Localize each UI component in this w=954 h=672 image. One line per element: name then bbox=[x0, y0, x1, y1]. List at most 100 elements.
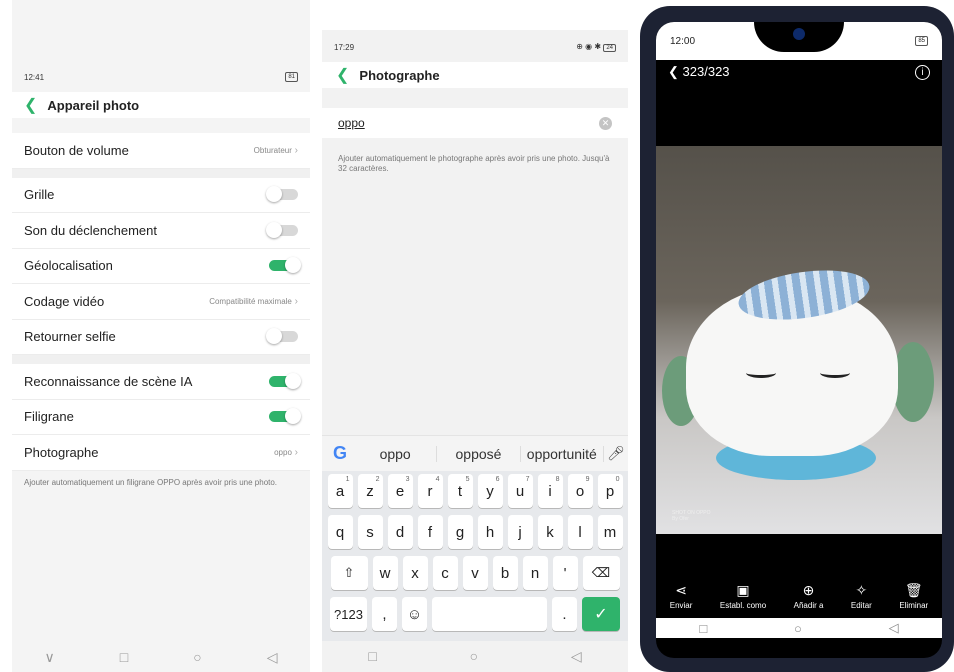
grid-toggle[interactable] bbox=[266, 186, 298, 203]
key-hint: 5 bbox=[465, 476, 470, 483]
shift-icon[interactable]: ⇧ bbox=[330, 556, 368, 590]
nav-home-icon[interactable]: ○ bbox=[470, 648, 478, 664]
camera-settings-screen: 12:41 81 ❮ Appareil photo Bouton de volu… bbox=[12, 0, 310, 672]
google-icon[interactable]: G bbox=[326, 443, 354, 464]
key-hint: 0 bbox=[615, 476, 620, 483]
symbols-key[interactable]: ?123 bbox=[330, 597, 367, 631]
setting-value: Compatibilité maximale bbox=[209, 296, 298, 307]
nav-recents-icon[interactable]: □ bbox=[120, 649, 128, 665]
header-left: ❮ 323/323 bbox=[668, 64, 730, 80]
status-time: 12:41 bbox=[24, 72, 45, 82]
setting-grid: Grille bbox=[12, 177, 310, 213]
setting-label: Filigrane bbox=[24, 409, 74, 425]
nav-hide-icon[interactable]: ∨ bbox=[45, 649, 55, 666]
key[interactable]: h bbox=[477, 515, 503, 549]
key[interactable]: k bbox=[537, 515, 563, 549]
key[interactable]: f bbox=[417, 515, 443, 549]
key[interactable]: s bbox=[357, 515, 383, 549]
nav-recents-icon[interactable]: □ bbox=[699, 621, 707, 636]
tool-label: Establ. como bbox=[719, 601, 767, 610]
key[interactable]: y6 bbox=[477, 474, 503, 508]
key-char: u bbox=[515, 482, 525, 500]
key[interactable]: b bbox=[492, 556, 518, 590]
key[interactable]: j bbox=[507, 515, 533, 549]
key-char: e bbox=[395, 482, 405, 500]
key[interactable]: z2 bbox=[357, 474, 383, 508]
nav-recents-icon[interactable]: □ bbox=[368, 648, 376, 664]
setting-video-encoding[interactable]: Codage vidéo Compatibilité maximale bbox=[12, 284, 310, 320]
keyboard: a1 z2 e3 r4 t5 y6 u7 i8 o9 p0 q s d f g … bbox=[322, 471, 628, 641]
key[interactable]: i8 bbox=[537, 474, 563, 508]
space-key[interactable] bbox=[432, 597, 547, 631]
key[interactable]: t5 bbox=[447, 474, 473, 508]
key[interactable]: x bbox=[402, 556, 428, 590]
key[interactable]: o9 bbox=[567, 474, 593, 508]
setting-label: Codage vidéo bbox=[24, 293, 105, 309]
back-arrow-icon[interactable]: ❮ bbox=[24, 95, 37, 115]
setting-value: oppo bbox=[274, 447, 298, 458]
nav-back-icon[interactable]: ◁ bbox=[571, 648, 582, 665]
key[interactable]: m bbox=[597, 515, 623, 549]
photo-view[interactable]: SHOT ON OPPO By Ofer bbox=[656, 146, 942, 534]
photographer-screen: 17:29 ⊕ ◉ ✱ 24 ❮ Photographe ✕ Ajouter a… bbox=[322, 30, 628, 672]
key-char: r bbox=[427, 482, 433, 500]
shutter-sound-toggle[interactable] bbox=[266, 221, 298, 238]
watermark-toggle[interactable] bbox=[269, 408, 301, 425]
back-arrow-icon[interactable]: ❮ bbox=[336, 65, 349, 85]
keyboard-row-4: ?123 , ☺ . ✓ bbox=[325, 597, 625, 631]
key[interactable]: n bbox=[522, 556, 548, 590]
key[interactable]: ' bbox=[552, 556, 578, 590]
keyboard-row-2: q s d f g h j k l m bbox=[325, 515, 625, 549]
microphone-icon[interactable]: 🎤︎ bbox=[604, 445, 628, 462]
key[interactable]: u7 bbox=[507, 474, 533, 508]
setting-volume-button[interactable]: Bouton de volume Obturateur bbox=[12, 133, 310, 169]
clear-icon[interactable]: ✕ bbox=[599, 116, 612, 130]
info-icon[interactable]: i bbox=[915, 64, 930, 80]
nav-back-icon[interactable]: ◁ bbox=[889, 620, 899, 636]
key[interactable]: c bbox=[432, 556, 458, 590]
key-hint: 8 bbox=[555, 476, 560, 483]
nav-home-icon[interactable]: ○ bbox=[193, 649, 201, 665]
ai-scene-toggle[interactable] bbox=[269, 372, 301, 389]
setting-ai-scene: Reconnaissance de scène IA bbox=[12, 364, 310, 400]
setting-mirror-selfie: Retourner selfie bbox=[12, 319, 310, 355]
suggestion-item[interactable]: opposé bbox=[437, 445, 521, 462]
suggestion-item[interactable]: oppo bbox=[354, 445, 438, 462]
key[interactable]: p0 bbox=[597, 474, 623, 508]
photographer-hint: Ajouter automatiquement le photographe a… bbox=[338, 154, 610, 173]
geolocation-toggle[interactable] bbox=[269, 257, 301, 274]
key-hint: 6 bbox=[495, 476, 500, 483]
emoji-icon[interactable]: ☺ bbox=[402, 597, 427, 631]
nav-home-icon[interactable]: ○ bbox=[794, 621, 802, 636]
key-hint: 1 bbox=[345, 476, 350, 483]
section-divider bbox=[12, 355, 310, 364]
plush-eye-left bbox=[746, 368, 776, 378]
backspace-icon[interactable]: ⌫ bbox=[582, 556, 620, 590]
magic-wand-icon: ✧ bbox=[855, 582, 868, 598]
key[interactable]: l bbox=[567, 515, 593, 549]
key[interactable]: g bbox=[447, 515, 473, 549]
setting-label: Bouton de volume bbox=[24, 142, 129, 158]
key[interactable]: a1 bbox=[327, 474, 353, 508]
back-arrow-icon[interactable]: ❮ bbox=[668, 64, 679, 79]
key[interactable]: v bbox=[462, 556, 488, 590]
key-char: z bbox=[366, 482, 374, 500]
watermark-hint: Ajouter automatiquement un filigrane OPP… bbox=[24, 478, 278, 487]
comma-key[interactable]: , bbox=[372, 597, 397, 631]
gallery-header: ❮ 323/323 i bbox=[656, 60, 942, 84]
gallery-screen: 12:00 85 ❮ 323/323 i SHOT ON OPPO By Ofe… bbox=[656, 22, 942, 658]
nav-back-icon[interactable]: ◁ bbox=[267, 649, 278, 666]
photographer-input[interactable] bbox=[338, 116, 538, 130]
key[interactable]: e3 bbox=[387, 474, 413, 508]
mirror-selfie-toggle[interactable] bbox=[266, 328, 298, 345]
key[interactable]: d bbox=[387, 515, 413, 549]
key[interactable]: q bbox=[327, 515, 353, 549]
key[interactable]: r4 bbox=[417, 474, 443, 508]
key[interactable]: w bbox=[372, 556, 398, 590]
key-hint: 3 bbox=[405, 476, 410, 483]
checkmark-icon[interactable]: ✓ bbox=[582, 597, 620, 631]
share-icon: ⋖ bbox=[675, 582, 687, 598]
setting-photographer[interactable]: Photographe oppo bbox=[12, 435, 310, 471]
period-key[interactable]: . bbox=[552, 597, 577, 631]
suggestion-item[interactable]: opportunité bbox=[521, 445, 604, 462]
